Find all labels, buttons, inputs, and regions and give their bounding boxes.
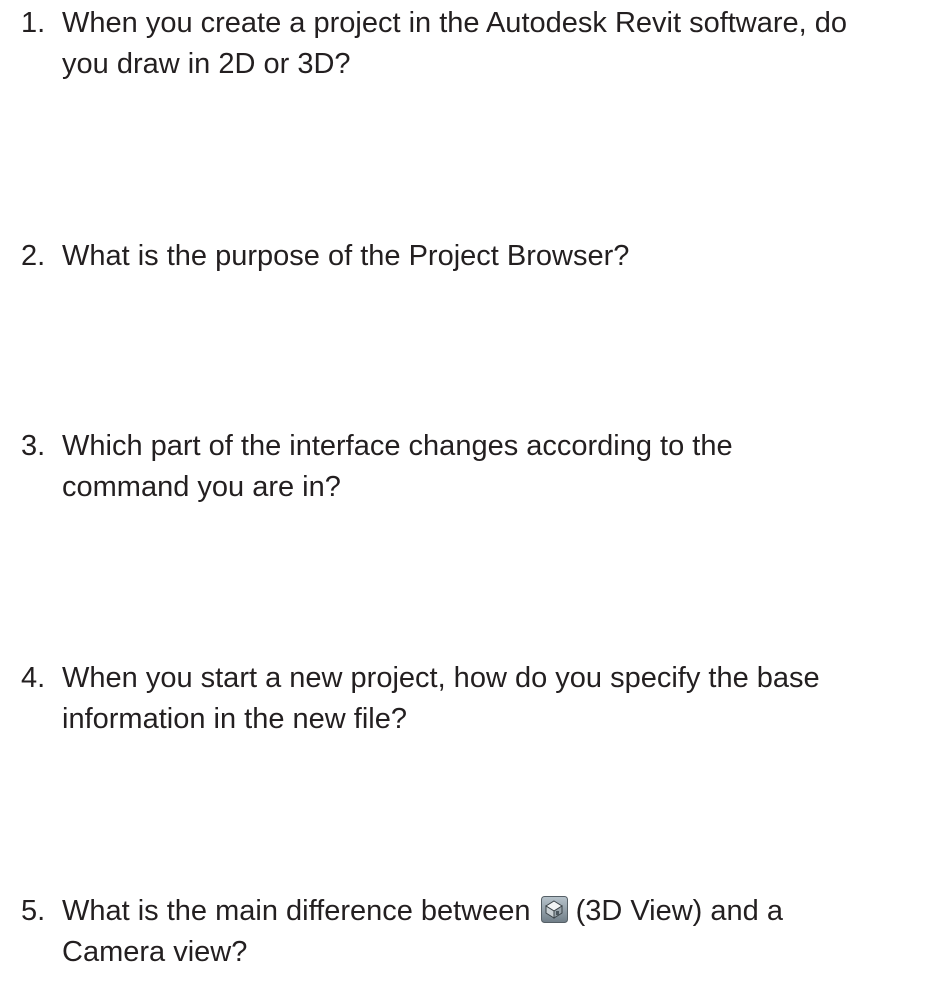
question-text: When you start a new project, how do you… bbox=[62, 658, 926, 740]
question-1: 1. When you create a project in the Auto… bbox=[21, 3, 926, 85]
question-text-segment: (3D View) and a bbox=[575, 895, 783, 927]
question-3: 3. Which part of the interface changes a… bbox=[21, 426, 926, 508]
question-text-line: When you create a project in the Autodes… bbox=[62, 7, 848, 39]
question-text: What is the main difference between (3D … bbox=[62, 891, 926, 973]
question-text: What is the purpose of the Project Brows… bbox=[62, 236, 926, 277]
question-text: When you create a project in the Autodes… bbox=[62, 3, 926, 85]
question-number: 3. bbox=[21, 430, 46, 462]
question-text: Which part of the interface changes acco… bbox=[62, 426, 926, 508]
question-4: 4. When you start a new project, how do … bbox=[21, 658, 926, 740]
question-text-line: Camera view? bbox=[62, 936, 248, 968]
question-number: 2. bbox=[21, 240, 46, 272]
question-text-line: When you start a new project, how do you… bbox=[62, 662, 820, 694]
3d-view-house-icon bbox=[540, 894, 568, 923]
question-text-line: What is the main difference between (3D … bbox=[62, 891, 926, 932]
question-2: 2. What is the purpose of the Project Br… bbox=[21, 236, 926, 277]
question-5: 5. What is the main difference between (… bbox=[21, 891, 926, 973]
question-text-line: command you are in? bbox=[62, 471, 341, 503]
question-number: 5. bbox=[21, 895, 46, 927]
question-number: 4. bbox=[21, 662, 46, 694]
question-text-line: you draw in 2D or 3D? bbox=[62, 48, 351, 80]
question-text-segment: What is the main difference between bbox=[62, 895, 531, 927]
question-text-line: information in the new file? bbox=[62, 703, 407, 735]
question-text-line: Which part of the interface changes acco… bbox=[62, 430, 733, 462]
question-number: 1. bbox=[21, 7, 46, 39]
question-text-line: What is the purpose of the Project Brows… bbox=[62, 240, 630, 272]
